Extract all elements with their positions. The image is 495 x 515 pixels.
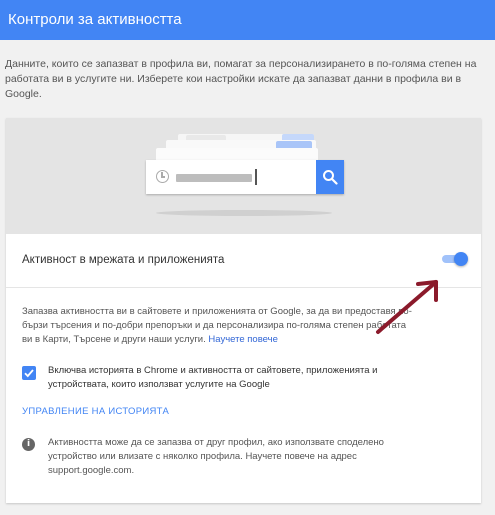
info-icon: i xyxy=(22,438,35,451)
illustration-query xyxy=(176,174,252,182)
illustration-searchbox xyxy=(146,160,344,194)
clock-icon xyxy=(156,170,169,183)
setting-description: Запазва активността ви в сайтовете и при… xyxy=(22,305,412,347)
search-illustration xyxy=(6,118,481,234)
arrow-annotation xyxy=(376,280,438,334)
illustration-search-button xyxy=(316,160,344,194)
intro-text: Данните, които се запазват в профила ви,… xyxy=(5,58,477,100)
chrome-history-checkbox[interactable] xyxy=(22,366,36,380)
check-icon xyxy=(24,369,34,378)
text-caret xyxy=(255,169,257,185)
info-text: Активността може да се запазва от друг п… xyxy=(48,437,384,476)
page-title: Контроли за активността xyxy=(8,11,182,28)
illustration-shadow xyxy=(156,210,332,216)
checkbox-label: Включва историята в Chrome и активността… xyxy=(48,365,378,390)
setting-title: Активност в мрежата и приложенията xyxy=(22,254,225,266)
toggle-knob xyxy=(454,252,468,266)
learn-more-link[interactable]: Научете повече xyxy=(208,334,277,345)
search-icon xyxy=(323,170,338,185)
manage-history-link[interactable]: УПРАВЛЕНИЕ НА ИСТОРИЯТА xyxy=(22,406,169,417)
app-bar: Контроли за активността xyxy=(0,0,495,40)
activity-toggle[interactable] xyxy=(442,252,468,266)
